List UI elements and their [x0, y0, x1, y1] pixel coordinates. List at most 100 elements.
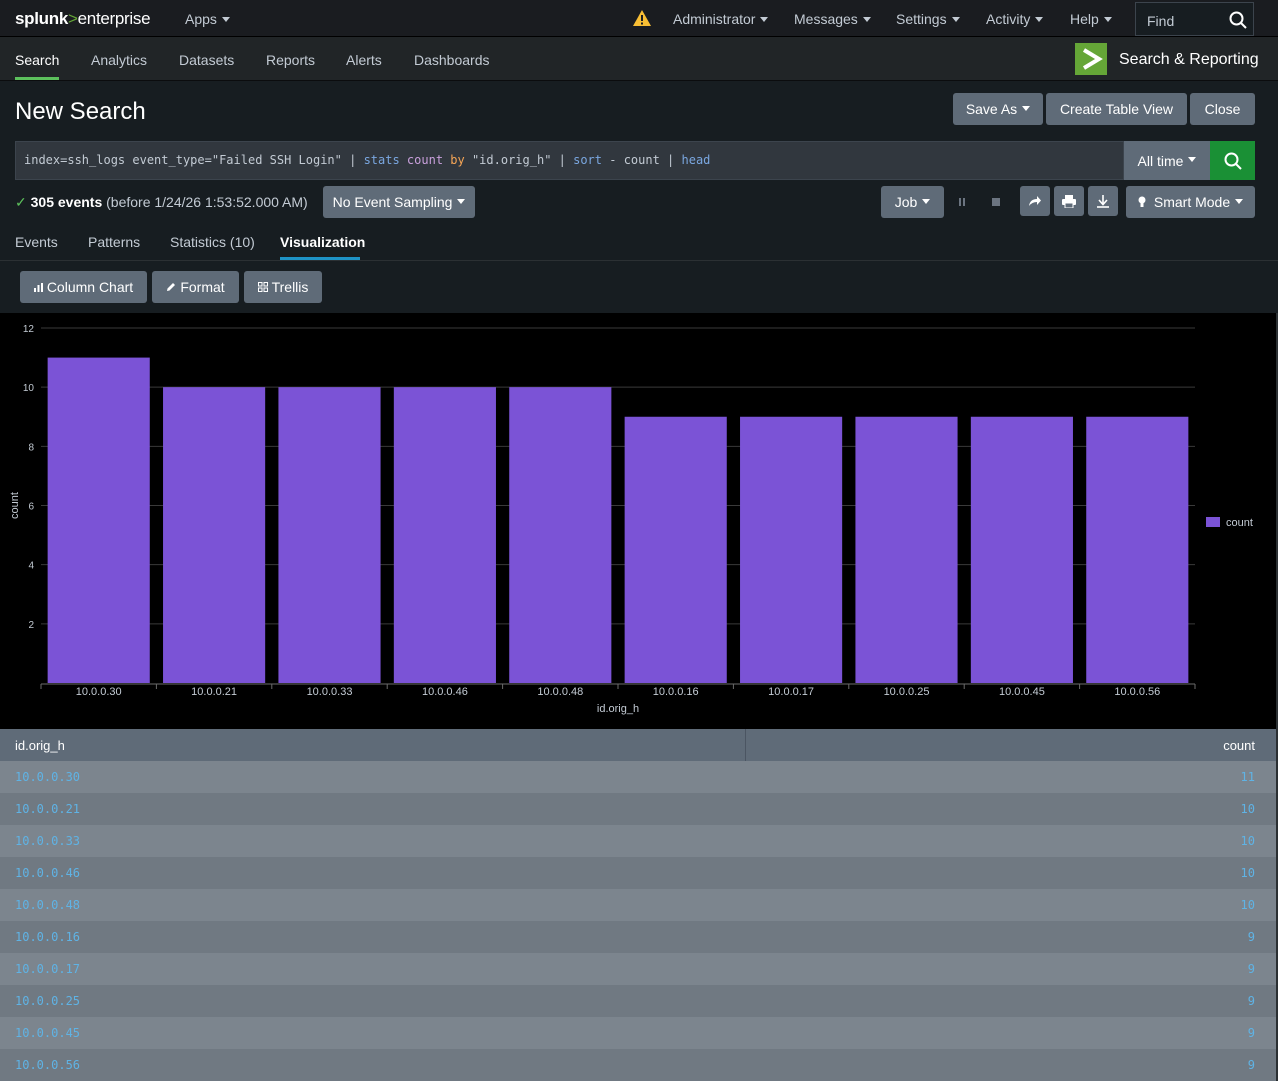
cell-count[interactable]: 9	[1248, 994, 1255, 1008]
search-query-input[interactable]: index=ssh_logs event_type="Failed SSH Lo…	[15, 141, 1124, 180]
x-tick-label: 10.0.0.48	[537, 686, 583, 698]
legend-swatch[interactable]	[1206, 517, 1220, 527]
cell-count[interactable]: 10	[1241, 834, 1255, 848]
chart-bar[interactable]	[163, 387, 266, 683]
export-button[interactable]	[1088, 186, 1118, 216]
x-axis-title: id.orig_h	[597, 703, 639, 715]
cell-orig-h[interactable]: 10.0.0.56	[15, 1058, 80, 1072]
y-tick-label: 6	[28, 502, 34, 513]
tab-visualization[interactable]: Visualization	[280, 234, 365, 250]
chevron-down-icon	[1188, 157, 1197, 162]
help-menu[interactable]: Help	[1070, 11, 1112, 27]
chart-bar[interactable]	[740, 416, 843, 683]
chevron-down-icon	[760, 16, 769, 22]
table-row[interactable]: 10.0.0.56 9	[0, 1049, 1276, 1081]
table-header: id.orig_h count	[0, 729, 1276, 761]
event-sampling-dropdown[interactable]: No Event Sampling	[323, 186, 475, 218]
chart-bar[interactable]	[1086, 416, 1189, 683]
page-title: New Search	[15, 98, 146, 125]
trellis-button[interactable]: Trellis	[244, 271, 322, 303]
messages-menu[interactable]: Messages	[794, 11, 871, 27]
save-as-button[interactable]: Save As	[953, 93, 1043, 125]
table-row[interactable]: 10.0.0.33 10	[0, 825, 1276, 857]
column-header-orig-h[interactable]: id.orig_h	[15, 738, 65, 753]
stop-icon[interactable]	[986, 192, 1006, 212]
nav-datasets[interactable]: Datasets	[179, 52, 234, 68]
cell-count[interactable]: 9	[1248, 930, 1255, 944]
close-button[interactable]: Close	[1190, 93, 1255, 125]
cell-count[interactable]: 9	[1248, 1058, 1255, 1072]
cell-count[interactable]: 10	[1241, 802, 1255, 816]
find-input[interactable]: Find	[1135, 2, 1254, 36]
cell-orig-h[interactable]: 10.0.0.33	[15, 834, 80, 848]
cell-count[interactable]: 9	[1248, 1026, 1255, 1040]
app-logo-icon	[1075, 43, 1107, 75]
table-row[interactable]: 10.0.0.48 10	[0, 889, 1276, 921]
pencil-icon	[167, 283, 176, 291]
format-button[interactable]: Format	[152, 271, 239, 303]
nav-dashboards[interactable]: Dashboards	[414, 52, 490, 68]
search-mode-dropdown[interactable]: Smart Mode	[1126, 186, 1255, 218]
tab-statistics[interactable]: Statistics (10)	[170, 234, 255, 250]
nav-search[interactable]: Search	[15, 52, 59, 68]
chevron-down-icon	[457, 198, 466, 204]
nav-alerts[interactable]: Alerts	[346, 52, 382, 68]
cell-count[interactable]: 10	[1241, 866, 1255, 880]
pause-icon[interactable]	[952, 192, 972, 212]
chart-bar[interactable]	[855, 416, 958, 683]
table-row[interactable]: 10.0.0.21 10	[0, 793, 1276, 825]
chart-svg: 2 4 6 8 10 12 10.0.0.30 10.0.0.21 10.0.0.33 10.0.…	[9, 324, 1253, 715]
create-table-view-button[interactable]: Create Table View	[1046, 93, 1187, 125]
cell-count[interactable]: 10	[1241, 898, 1255, 912]
table-row[interactable]: 10.0.0.17 9	[0, 953, 1276, 985]
x-tick-label: 10.0.0.56	[1114, 686, 1160, 698]
table-row[interactable]: 10.0.0.30 11	[0, 761, 1276, 793]
print-button[interactable]	[1054, 186, 1084, 216]
cell-orig-h[interactable]: 10.0.0.46	[15, 866, 80, 880]
cell-orig-h[interactable]: 10.0.0.25	[15, 994, 80, 1008]
cell-orig-h[interactable]: 10.0.0.45	[15, 1026, 80, 1040]
cell-orig-h[interactable]: 10.0.0.30	[15, 770, 80, 784]
cell-orig-h[interactable]: 10.0.0.16	[15, 930, 80, 944]
nav-analytics[interactable]: Analytics	[91, 52, 147, 68]
table-row[interactable]: 10.0.0.16 9	[0, 921, 1276, 953]
table-row[interactable]: 10.0.0.45 9	[0, 1017, 1276, 1049]
tab-events[interactable]: Events	[15, 234, 58, 250]
chart-bar[interactable]	[393, 387, 496, 683]
chevron-down-icon	[862, 16, 871, 22]
nav-reports[interactable]: Reports	[266, 52, 315, 68]
search-icon[interactable]	[1229, 11, 1247, 29]
tab-patterns[interactable]: Patterns	[88, 234, 140, 250]
cell-orig-h[interactable]: 10.0.0.17	[15, 962, 80, 976]
search-button[interactable]	[1210, 141, 1255, 180]
cell-orig-h[interactable]: 10.0.0.48	[15, 898, 80, 912]
search-icon	[1224, 152, 1242, 170]
warning-icon[interactable]	[632, 9, 652, 27]
active-nav-indicator	[15, 77, 59, 80]
share-button[interactable]	[1020, 186, 1050, 216]
column-header-count[interactable]: count	[1223, 738, 1255, 753]
chart-bar[interactable]	[970, 416, 1073, 683]
x-tick-label: 10.0.0.25	[884, 686, 930, 698]
cell-orig-h[interactable]: 10.0.0.21	[15, 802, 80, 816]
column-chart-button[interactable]: Column Chart	[20, 271, 147, 303]
chart-bar[interactable]	[509, 387, 612, 683]
table-row[interactable]: 10.0.0.25 9	[0, 985, 1276, 1017]
activity-menu[interactable]: Activity	[986, 11, 1044, 27]
settings-menu[interactable]: Settings	[896, 11, 960, 27]
time-range-picker[interactable]: All time	[1124, 141, 1210, 180]
table-row[interactable]: 10.0.0.46 10	[0, 857, 1276, 889]
cell-count[interactable]: 11	[1241, 770, 1255, 784]
x-tick-label: 10.0.0.16	[653, 686, 699, 698]
splunk-logo[interactable]: splunk>enterprise	[15, 9, 151, 29]
chart-bar[interactable]	[624, 416, 727, 683]
job-status: ✓ 305 events (before 1/24/26 1:53:52.000…	[15, 194, 308, 211]
chart-bar[interactable]	[278, 387, 381, 683]
chart-bar[interactable]	[47, 357, 150, 683]
administrator-menu[interactable]: Administrator	[673, 11, 769, 27]
y-tick-label: 4	[28, 561, 34, 572]
job-menu[interactable]: Job	[881, 186, 944, 218]
apps-menu[interactable]: Apps	[185, 11, 230, 27]
event-count: 305 events	[30, 194, 103, 210]
cell-count[interactable]: 9	[1248, 962, 1255, 976]
